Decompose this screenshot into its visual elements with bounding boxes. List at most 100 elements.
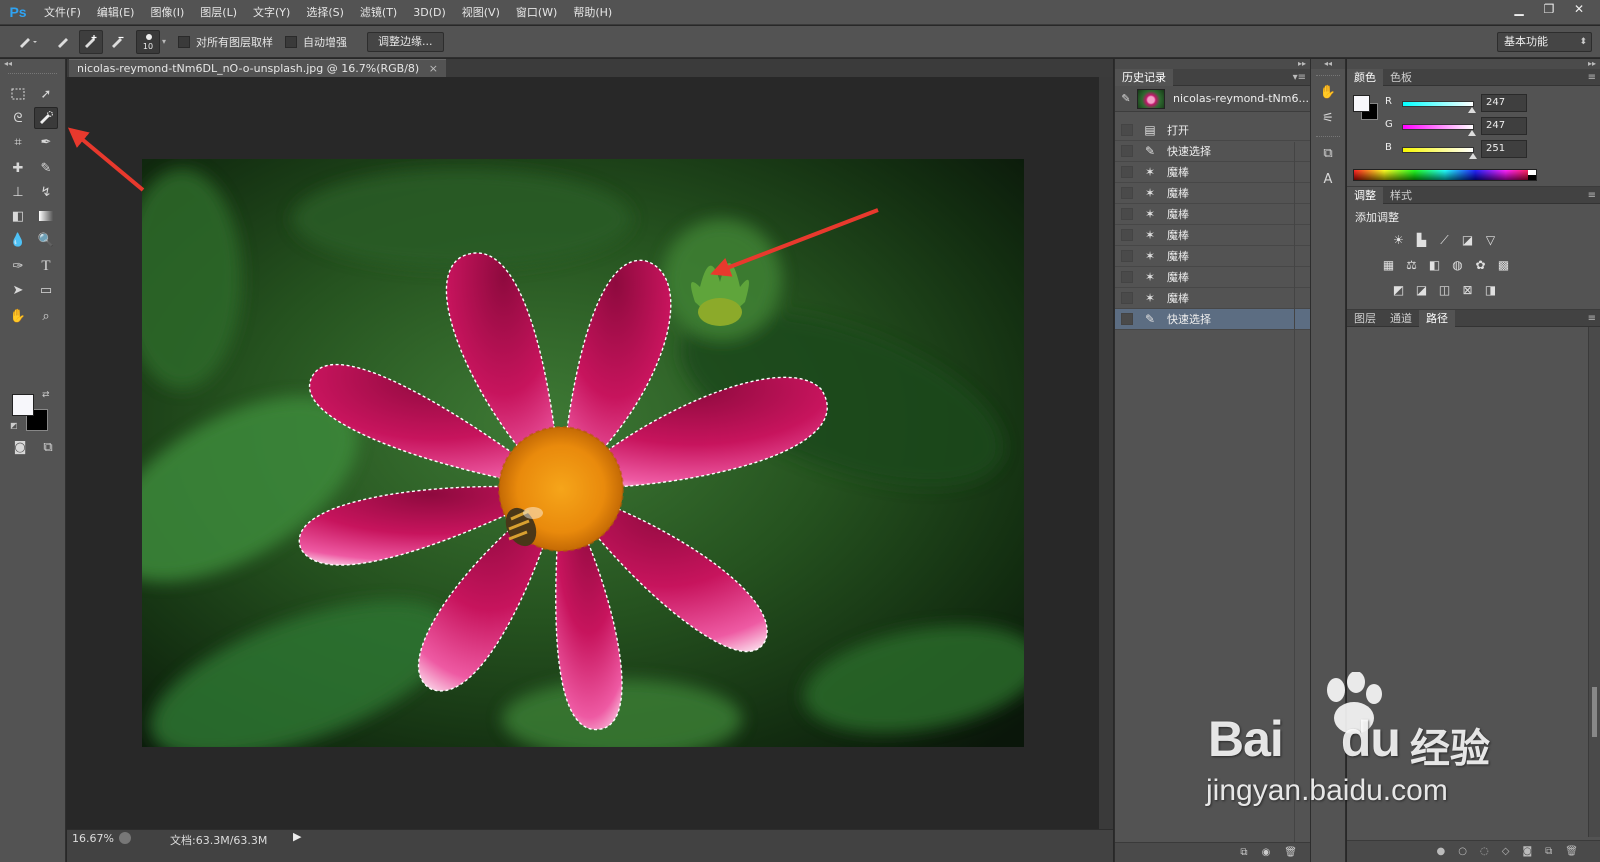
history-state[interactable]: ✶ 魔棒 bbox=[1115, 267, 1310, 288]
history-brush-source-checkbox[interactable] bbox=[1121, 271, 1133, 283]
add-to-selection-icon[interactable] bbox=[79, 29, 103, 54]
brush-size-picker[interactable]: 10 bbox=[136, 29, 160, 54]
refine-edge-button[interactable]: 调整边缘... bbox=[367, 31, 444, 52]
brush-presets-icon[interactable]: ✋ bbox=[1315, 82, 1341, 104]
make-work-path-icon[interactable]: ◇ bbox=[1502, 846, 1510, 857]
blue-slider-thumb[interactable] bbox=[1468, 153, 1477, 159]
vibrance-icon[interactable]: ▽ bbox=[1481, 231, 1500, 250]
history-brush-source-checkbox[interactable] bbox=[1121, 313, 1133, 325]
tab-paths[interactable]: 路径 bbox=[1419, 310, 1455, 327]
status-info-icon[interactable] bbox=[119, 832, 131, 844]
history-brush-source-checkbox[interactable] bbox=[1121, 187, 1133, 199]
marquee-tool-icon[interactable] bbox=[6, 83, 30, 105]
color-panel-menu-icon[interactable]: ≡ bbox=[1588, 69, 1596, 86]
history-snapshot[interactable]: ✎ nicolas-reymond-tNm6... bbox=[1115, 86, 1310, 112]
quick-selection-tool-icon[interactable] bbox=[34, 107, 58, 129]
channel-mixer-icon[interactable]: ✿ bbox=[1471, 256, 1490, 275]
blue-slider[interactable]: B 251 bbox=[1385, 140, 1585, 159]
tab-history[interactable]: 历史记录 bbox=[1115, 69, 1173, 86]
history-brush-source-checkbox[interactable] bbox=[1121, 250, 1133, 262]
posterize-icon[interactable]: ◪ bbox=[1412, 281, 1431, 300]
history-state[interactable]: ✶ 魔棒 bbox=[1115, 162, 1310, 183]
blur-tool-icon[interactable]: 💧 bbox=[6, 229, 30, 251]
history-brush-source-checkbox[interactable] bbox=[1121, 229, 1133, 241]
swap-colors-icon[interactable]: ⇄ bbox=[42, 390, 50, 400]
workspace-select[interactable]: 基本功能 bbox=[1497, 32, 1592, 52]
history-brush-source-checkbox[interactable] bbox=[1121, 124, 1133, 136]
history-brush-source-checkbox[interactable] bbox=[1121, 292, 1133, 304]
history-state[interactable]: ✶ 魔棒 bbox=[1115, 225, 1310, 246]
hue-saturation-icon[interactable]: ▦ bbox=[1379, 256, 1398, 275]
menu-edit[interactable]: 编辑(E) bbox=[89, 0, 143, 25]
color-panel-foreground-swatch[interactable] bbox=[1353, 95, 1370, 112]
close-tab-icon[interactable]: × bbox=[429, 62, 438, 75]
color-balance-icon[interactable]: ⚖ bbox=[1402, 256, 1421, 275]
layers-panel-menu-icon[interactable]: ≡ bbox=[1588, 310, 1596, 327]
green-slider[interactable]: G 247 bbox=[1385, 117, 1585, 136]
type-tool-icon[interactable]: T bbox=[34, 255, 58, 277]
fill-path-icon[interactable]: ● bbox=[1437, 846, 1446, 857]
new-selection-icon[interactable] bbox=[52, 30, 76, 54]
red-slider[interactable]: R 247 bbox=[1385, 94, 1585, 113]
history-state[interactable]: ✶ 魔棒 bbox=[1115, 246, 1310, 267]
history-panel-menu-icon[interactable]: ▾≡ bbox=[1293, 69, 1306, 86]
tab-swatches[interactable]: 色板 bbox=[1383, 69, 1419, 86]
history-state[interactable]: ✶ 魔棒 bbox=[1115, 288, 1310, 309]
color-panel-collapse-icon[interactable]: ▸▸ bbox=[1347, 59, 1600, 69]
tab-channels[interactable]: 通道 bbox=[1383, 310, 1419, 327]
red-value-input[interactable]: 247 bbox=[1481, 94, 1527, 112]
red-track[interactable] bbox=[1402, 101, 1474, 107]
color-spectrum-bar[interactable] bbox=[1353, 169, 1537, 181]
exposure-icon[interactable]: ◪ bbox=[1458, 231, 1477, 250]
clone-source-icon[interactable]: ⧉ bbox=[1315, 143, 1341, 165]
history-state[interactable]: ▤ 打开 bbox=[1115, 120, 1310, 141]
adjust-sliders-icon[interactable]: ⚟ bbox=[1315, 108, 1341, 130]
subtract-from-selection-icon[interactable] bbox=[106, 30, 130, 54]
paths-scrollbar[interactable] bbox=[1588, 327, 1600, 837]
document-tab[interactable]: nicolas-reymond-tNm6DL_nO-o-unsplash.jpg… bbox=[69, 59, 446, 77]
gradient-map-icon[interactable]: ⊠ bbox=[1458, 281, 1477, 300]
pen-tool-icon[interactable]: ✑ bbox=[6, 255, 30, 277]
canvas-area[interactable] bbox=[67, 77, 1099, 829]
sample-all-layers-checkbox[interactable] bbox=[178, 35, 191, 48]
spectrum-black-white[interactable] bbox=[1528, 170, 1536, 180]
delete-path-icon[interactable]: 🗑 bbox=[1565, 846, 1578, 857]
tab-color[interactable]: 颜色 bbox=[1347, 69, 1383, 86]
status-menu-arrow-icon[interactable]: ▶ bbox=[293, 830, 301, 843]
dodge-tool-icon[interactable]: 🔍 bbox=[34, 229, 58, 251]
color-lookup-icon[interactable]: ▩ bbox=[1494, 256, 1513, 275]
history-brush-source-checkbox[interactable] bbox=[1121, 208, 1133, 220]
menu-3d[interactable]: 3D(D) bbox=[405, 0, 454, 25]
new-path-icon[interactable]: ⧉ bbox=[1545, 846, 1552, 857]
tool-preset-picker-icon[interactable] bbox=[16, 30, 40, 54]
menu-type[interactable]: 文字(Y) bbox=[245, 0, 298, 25]
menu-image[interactable]: 图像(I) bbox=[142, 0, 192, 25]
gradient-tool-icon[interactable] bbox=[34, 205, 58, 227]
green-slider-thumb[interactable] bbox=[1467, 130, 1476, 136]
threshold-icon[interactable]: ◫ bbox=[1435, 281, 1454, 300]
clone-stamp-tool-icon[interactable]: ⊥ bbox=[6, 181, 30, 203]
default-colors-icon[interactable]: ◩ bbox=[10, 421, 18, 430]
menu-select[interactable]: 选择(S) bbox=[298, 0, 352, 25]
eyedropper-tool-icon[interactable]: ✒ bbox=[34, 131, 58, 153]
history-brush-source-icon[interactable]: ✎ bbox=[1115, 92, 1137, 105]
tab-styles[interactable]: 样式 bbox=[1383, 187, 1419, 204]
red-slider-thumb[interactable] bbox=[1467, 107, 1476, 113]
history-panel-collapse-icon[interactable]: ▸▸ bbox=[1115, 59, 1310, 69]
screen-mode-icon[interactable]: ⧉ bbox=[36, 436, 60, 458]
menu-file[interactable]: 文件(F) bbox=[36, 0, 89, 25]
minimize-icon[interactable]: ▁ bbox=[1504, 0, 1534, 20]
stroke-path-icon[interactable]: ○ bbox=[1458, 846, 1467, 857]
adjustments-panel-menu-icon[interactable]: ≡ bbox=[1588, 187, 1596, 204]
green-track[interactable] bbox=[1402, 124, 1474, 130]
canvas-vertical-scrollbar[interactable] bbox=[1099, 77, 1113, 829]
zoom-tool-icon[interactable]: ⌕ bbox=[34, 305, 58, 327]
zoom-level[interactable]: 16.67% bbox=[72, 832, 114, 845]
toolbox-collapse-icon[interactable]: ◂◂ bbox=[0, 59, 65, 69]
brightness-contrast-icon[interactable]: ☀ bbox=[1389, 231, 1408, 250]
menu-filter[interactable]: 滤镜(T) bbox=[352, 0, 405, 25]
brush-dropdown-icon[interactable]: ▾ bbox=[162, 37, 166, 46]
new-document-from-state-icon[interactable]: ⧉ bbox=[1240, 847, 1247, 858]
menu-help[interactable]: 帮助(H) bbox=[565, 0, 620, 25]
rectangle-tool-icon[interactable]: ▭ bbox=[34, 279, 58, 301]
